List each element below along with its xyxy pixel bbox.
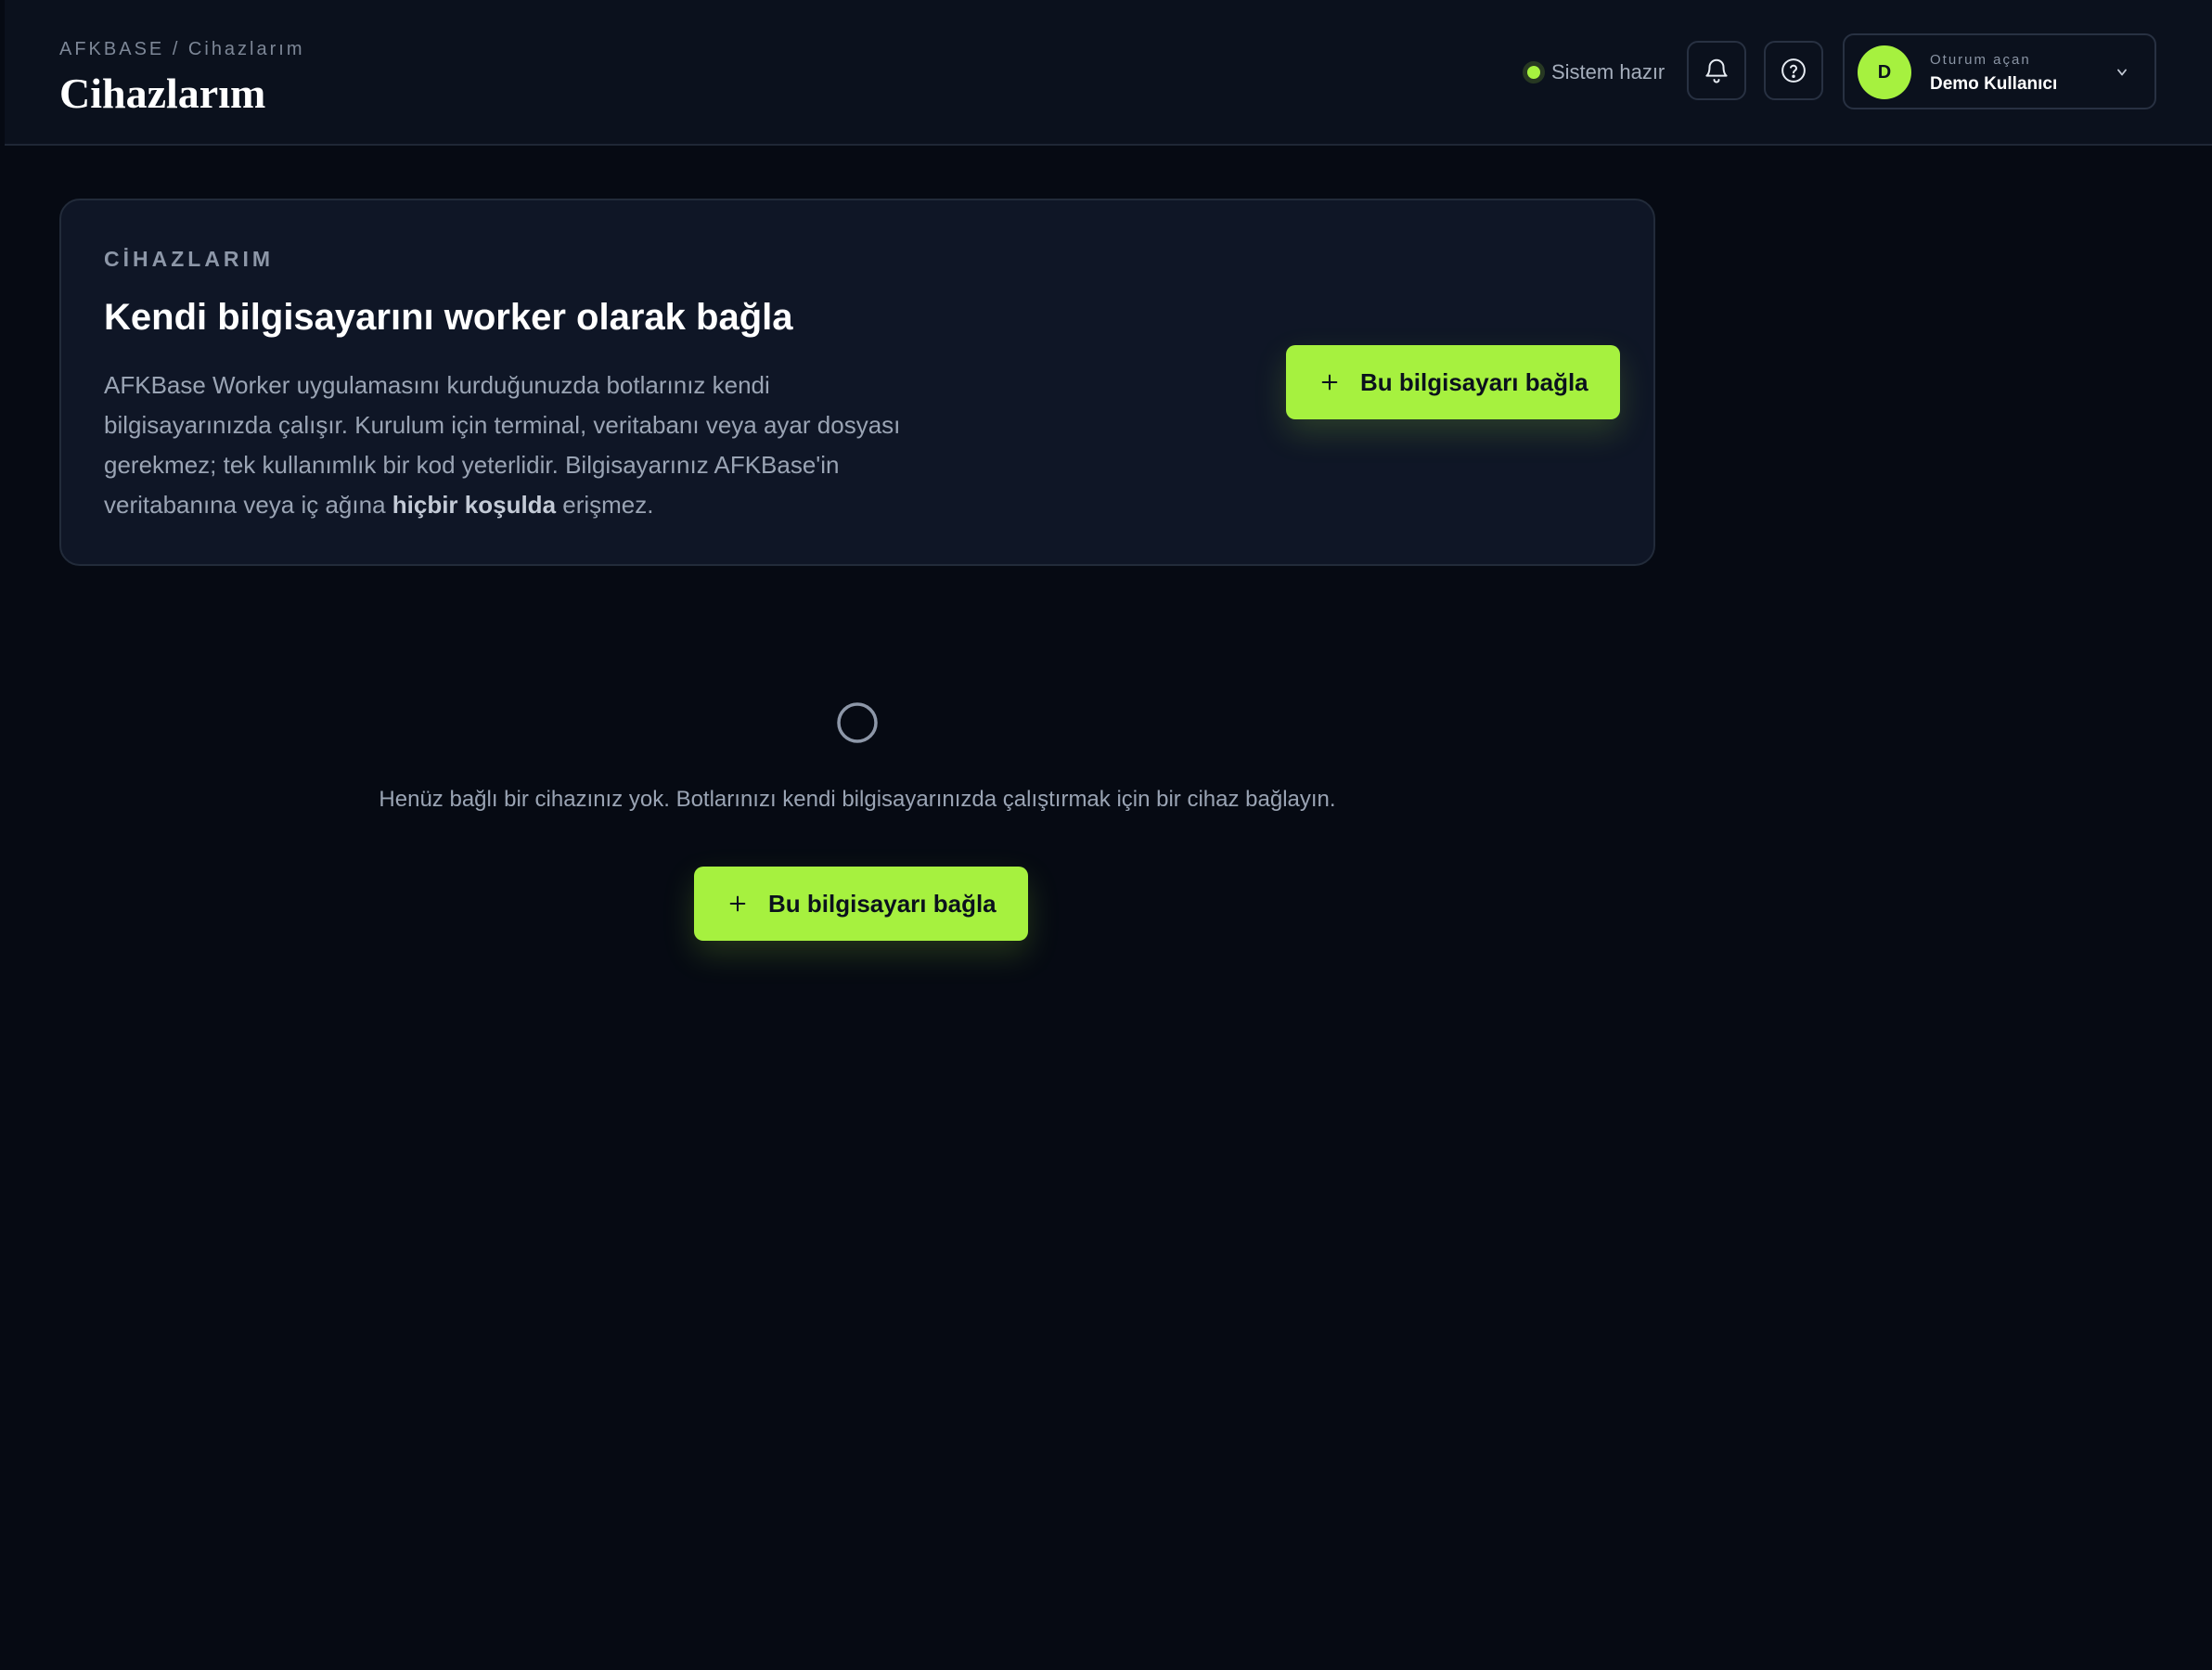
plus-icon	[1321, 374, 1338, 391]
system-status: Sistem hazır	[1527, 56, 1665, 89]
user-name: Demo Kullanıcı	[1930, 74, 2058, 94]
chevron-down-icon	[2117, 69, 2127, 76]
app-root: AFKBASE / Cihazlarım Cihazlarım Sistem h…	[0, 0, 2212, 1670]
question-circle-icon	[1781, 58, 1806, 83]
bell-icon	[1705, 58, 1728, 84]
user-caption: Oturum açan	[1930, 52, 2031, 68]
card-description-emphasis: hiçbir koşulda	[392, 491, 557, 519]
card-description-suffix: erişmez.	[556, 491, 654, 519]
breadcrumb: AFKBASE / Cihazlarım	[59, 39, 305, 59]
top-header: AFKBASE / Cihazlarım Cihazlarım Sistem h…	[5, 0, 2212, 146]
empty-state-connect-button[interactable]: Bu bilgisayarı bağla	[694, 867, 1028, 941]
card-title: Kendi bilgisayarını worker olarak bağla	[104, 297, 793, 338]
card-eyebrow: CİHAZLARIM	[104, 247, 275, 271]
empty-circle-icon	[837, 702, 878, 743]
status-dot-icon	[1527, 66, 1540, 79]
connect-computer-button[interactable]: Bu bilgisayarı bağla	[1286, 345, 1620, 419]
user-menu[interactable]: D Oturum açan Demo Kullanıcı	[1843, 33, 2156, 109]
help-button[interactable]	[1764, 41, 1823, 100]
plus-icon	[729, 895, 746, 912]
status-text: Sistem hazır	[1551, 60, 1665, 84]
connect-computer-button-label: Bu bilgisayarı bağla	[1360, 367, 1588, 396]
notifications-button[interactable]	[1687, 41, 1746, 100]
page-title: Cihazlarım	[59, 70, 266, 117]
card-description: AFKBase Worker uygulamasını kurduğunuzda…	[104, 366, 939, 525]
avatar: D	[1858, 45, 1911, 99]
empty-state-connect-button-label: Bu bilgisayarı bağla	[768, 889, 997, 918]
empty-state-message: Henüz bağlı bir cihazınız yok. Botlarını…	[379, 787, 1336, 812]
